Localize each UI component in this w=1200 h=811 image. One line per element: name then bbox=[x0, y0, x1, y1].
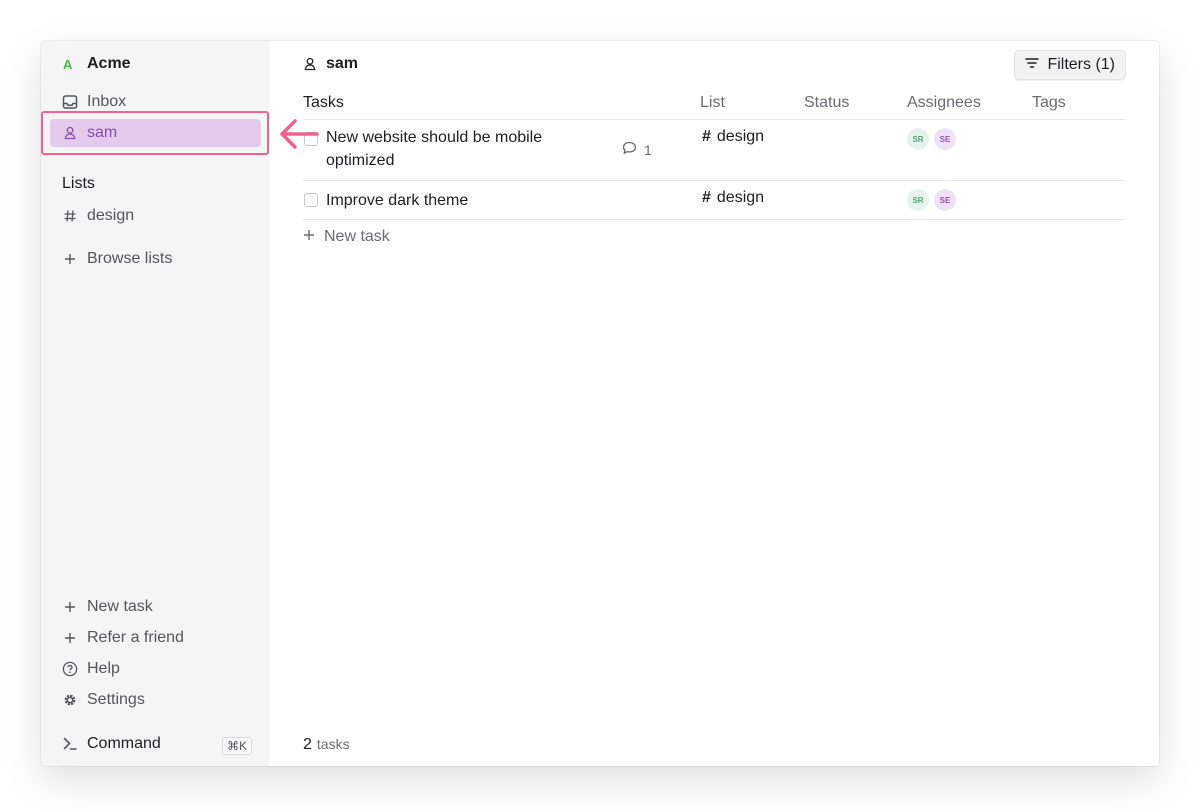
comment-count[interactable]: 1 bbox=[622, 141, 652, 158]
table-row[interactable]: New website should be mobile optimized 1… bbox=[303, 120, 1126, 181]
new-task-label: New task bbox=[324, 228, 390, 245]
plus-icon bbox=[62, 599, 78, 615]
arrow-left-icon bbox=[280, 119, 319, 149]
refer-friend-button[interactable]: Refer a friend bbox=[50, 624, 261, 652]
sidebar-item-label: design bbox=[87, 207, 135, 224]
task-count-unit: tasks bbox=[316, 736, 350, 752]
hash-icon: # bbox=[702, 189, 711, 206]
comment-count-value: 1 bbox=[644, 141, 652, 158]
task-checkbox[interactable] bbox=[304, 193, 318, 207]
column-header-list[interactable]: List bbox=[700, 94, 725, 112]
sidebar-item-label: New task bbox=[87, 598, 153, 615]
help-button[interactable]: Help bbox=[50, 655, 261, 683]
column-header-tags[interactable]: Tags bbox=[1032, 94, 1066, 112]
filters-label: Filters (1) bbox=[1047, 56, 1115, 73]
main-panel: sam Filters (1) Tasks List Status Assign… bbox=[269, 41, 1159, 766]
comment-icon bbox=[622, 141, 637, 158]
browse-lists-button[interactable]: Browse lists bbox=[50, 245, 261, 273]
gear-icon bbox=[62, 692, 78, 708]
help-circle-icon bbox=[62, 661, 78, 677]
task-list-name: design bbox=[716, 128, 765, 145]
task-list-tag[interactable]: # design bbox=[702, 128, 764, 146]
assignee-group[interactable]: SR SE bbox=[907, 128, 961, 150]
browse-lists-label: Browse lists bbox=[87, 250, 173, 267]
task-list-name: design bbox=[716, 189, 765, 206]
task-list-tag[interactable]: # design bbox=[702, 189, 764, 207]
tasks-table: Tasks List Status Assignees Tags New web… bbox=[303, 87, 1126, 220]
plus-icon bbox=[62, 251, 78, 267]
filter-icon bbox=[1025, 56, 1040, 74]
user-icon bbox=[303, 57, 319, 71]
avatar[interactable]: SR bbox=[907, 189, 929, 211]
command-menu-button[interactable]: Command ⌘K bbox=[50, 730, 261, 758]
task-count: 2 tasks bbox=[303, 736, 350, 754]
filters-button[interactable]: Filters (1) bbox=[1014, 50, 1126, 80]
workspace-logo: A bbox=[63, 56, 73, 72]
sidebar-item-label: Inbox bbox=[87, 93, 127, 110]
sidebar-item-label: Refer a friend bbox=[87, 629, 184, 646]
column-header-assignees[interactable]: Assignees bbox=[907, 94, 981, 112]
sidebar-new-task-button[interactable]: New task bbox=[50, 593, 261, 621]
column-header-status[interactable]: Status bbox=[804, 94, 849, 112]
command-label: Command bbox=[87, 735, 161, 752]
workspace-name: Acme bbox=[87, 55, 131, 72]
task-count-value: 2 bbox=[303, 736, 312, 753]
workspace-switcher[interactable]: A Acme bbox=[63, 54, 131, 74]
sidebar-item-design[interactable]: design bbox=[50, 202, 261, 230]
plus-icon bbox=[303, 228, 315, 246]
column-header-tasks[interactable]: Tasks bbox=[303, 94, 344, 112]
sidebar-item-label: Help bbox=[87, 660, 120, 677]
command-icon bbox=[62, 736, 78, 752]
table-header: Tasks List Status Assignees Tags bbox=[303, 87, 1126, 120]
hash-icon: # bbox=[702, 128, 711, 145]
lists-section-title: Lists bbox=[62, 175, 95, 192]
plus-icon bbox=[62, 630, 78, 646]
new-task-button[interactable]: New task bbox=[303, 228, 390, 246]
avatar[interactable]: SE bbox=[934, 128, 956, 150]
avatar[interactable]: SR bbox=[907, 128, 929, 150]
table-row[interactable]: Improve dark theme # design SR SE bbox=[303, 181, 1126, 220]
app-window: A Acme Inbox sam Lists design Browse lis… bbox=[41, 41, 1159, 766]
inbox-icon bbox=[62, 94, 78, 110]
highlight-box bbox=[41, 111, 269, 155]
task-title[interactable]: New website should be mobile optimized bbox=[326, 126, 542, 172]
sidebar-item-label: Settings bbox=[87, 691, 145, 708]
task-title-line: optimized bbox=[326, 152, 395, 169]
command-shortcut: ⌘K bbox=[221, 737, 252, 755]
avatar[interactable]: SE bbox=[934, 189, 956, 211]
page-title: sam bbox=[326, 55, 359, 72]
settings-button[interactable]: Settings bbox=[50, 686, 261, 714]
task-title-line: New website should be mobile bbox=[326, 129, 543, 146]
hash-icon bbox=[62, 208, 78, 224]
assignee-group[interactable]: SR SE bbox=[907, 189, 961, 211]
task-title[interactable]: Improve dark theme bbox=[326, 189, 468, 212]
page-header: sam bbox=[303, 54, 358, 74]
